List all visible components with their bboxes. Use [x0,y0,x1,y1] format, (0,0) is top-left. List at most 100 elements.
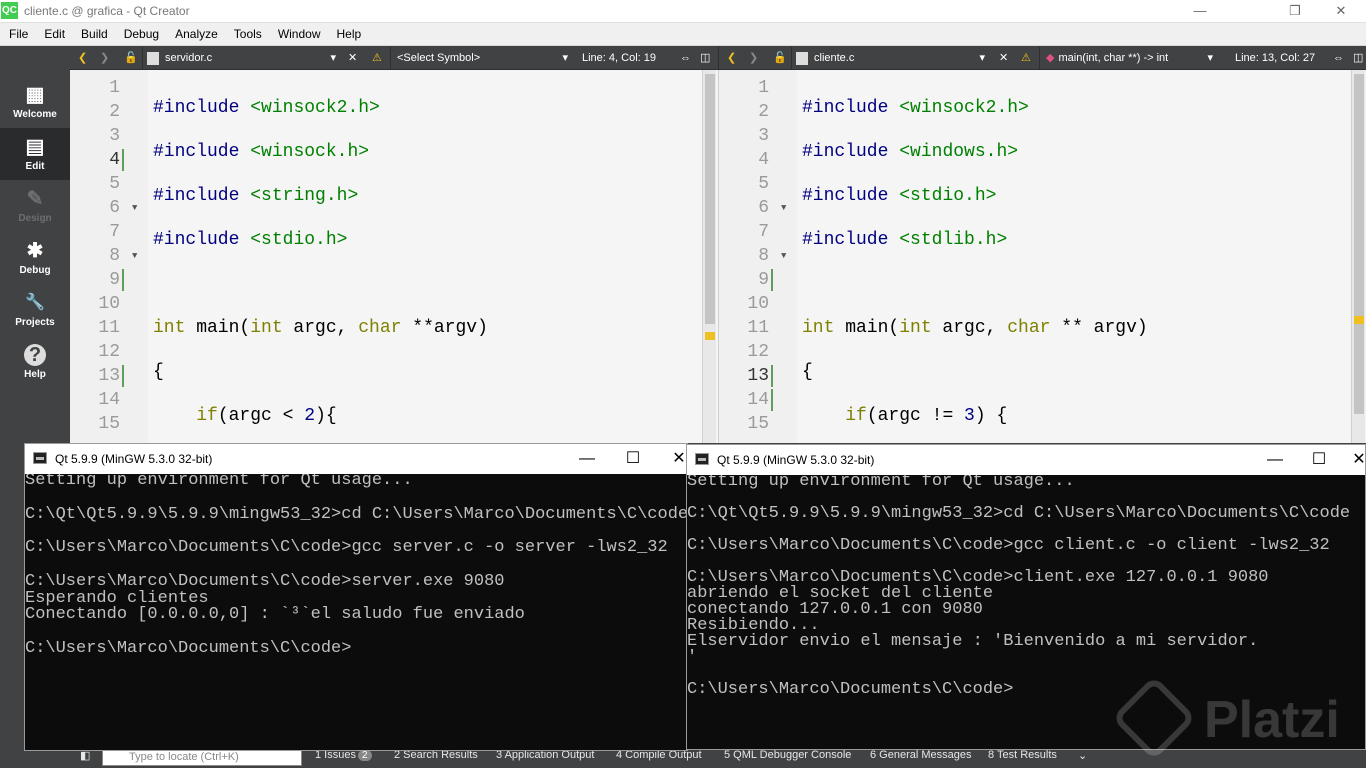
line-number: 10 [98,294,120,314]
mode-design[interactable]: ✎ Design [0,180,70,232]
close-document-icon[interactable]: ✕ [348,46,357,70]
tab-test-results[interactable]: 8 Test Results [988,749,1057,761]
line-number: 12 [98,342,120,362]
document-icon: ▤ [25,136,45,158]
source-code: #include <winsock2.h> #include <windows.… [802,98,1148,426]
maximize-button[interactable]: ❐ [1275,2,1315,20]
pencil-icon: ✎ [26,188,44,210]
line-number: 13 [98,366,120,386]
line-number: 13 [747,366,769,386]
file-selector[interactable]: cliente.c ▾ [791,47,991,69]
fold-marker-icon[interactable]: ▼ [781,203,786,213]
mode-label: Projects [15,317,55,328]
menu-edit[interactable]: Edit [35,23,72,46]
scrollbar-thumb[interactable] [1354,74,1364,414]
console-maximize-button[interactable]: ☐ [619,448,647,470]
menu-help[interactable]: Help [328,23,369,46]
line-number: 11 [747,318,769,338]
mode-debug[interactable]: ✱ Debug [0,232,70,284]
console-line: C:\Qt\Qt5.9.9\5.9.9\mingw53_32>cd C:\Use… [687,504,1351,523]
fold-marker-icon[interactable]: ▼ [132,251,137,261]
file-icon [796,51,808,65]
forward-arrow-icon[interactable]: ❯ [749,46,758,70]
forward-arrow-icon[interactable]: ❯ [100,46,109,70]
line-number: 15 [747,414,769,434]
split-icon[interactable]: ⇔ [680,46,691,70]
source-code: #include <winsock2.h> #include <winsock.… [153,98,488,426]
menu-window[interactable]: Window [269,23,328,46]
console-title: Qt 5.9.9 (MinGW 5.3.0 32-bit) [55,452,213,466]
line-number: 3 [109,126,120,146]
console-minimize-button[interactable]: — [573,448,601,470]
line-number: 1 [109,78,120,98]
menu-build[interactable]: Build [72,23,115,46]
console-maximize-button[interactable]: ☐ [1305,449,1333,471]
menu-debug[interactable]: Debug [115,23,166,46]
changed-line-marker [771,389,773,411]
issues-count-badge: 2 [357,750,372,761]
mode-projects[interactable]: 🔧 Projects [0,284,70,336]
vertical-scrollbar[interactable] [702,70,716,443]
menu-bar: File Edit Build Debug Analyze Tools Window Help [0,23,1366,46]
grid-icon: ▦ [25,84,45,106]
minimize-button[interactable]: — [1180,2,1220,20]
right-code-editor[interactable]: 1 2 3 4 5 6 7 8 9 10 11 12 13 14 15 ▼ ▼ … [718,70,1366,443]
fold-marker-icon[interactable]: ▼ [781,251,786,261]
file-selector[interactable]: servidor.c ▾ [142,47,342,69]
console-line: Setting up environment for Qt usage... [25,474,413,490]
mode-edit[interactable]: ▤ Edit [0,128,70,180]
console-output[interactable]: Setting up environment for Qt usage... C:… [25,474,687,750]
mode-welcome[interactable]: ▦ Welcome [0,76,70,128]
close-split-icon[interactable]: ◫ [1353,46,1363,70]
cursor-position[interactable]: Line: 13, Col: 27 [1235,46,1315,70]
menu-file[interactable]: File [0,23,35,46]
console-title: Qt 5.9.9 (MinGW 5.3.0 32-bit) [717,453,875,467]
window-title: cliente.c @ grafica - Qt Creator [24,4,190,18]
close-document-icon[interactable]: ✕ [999,46,1008,70]
menu-tools[interactable]: Tools [225,23,269,46]
console-close-button[interactable]: ✕ [1351,449,1366,471]
line-number: 14 [747,390,769,410]
dropdown-icon: ▾ [979,52,985,64]
symbol-name: main(int, char **) -> int [1058,52,1169,64]
console-line: C:\Qt\Qt5.9.9\5.9.9\mingw53_32>cd C:\Use… [25,504,687,524]
warning-icon: ⚠ [372,52,382,64]
back-arrow-icon[interactable]: ❮ [727,46,736,70]
close-button[interactable]: ✕ [1321,2,1361,20]
console-minimize-button[interactable]: — [1261,449,1289,471]
changed-line-marker [771,269,773,291]
line-number: 4 [758,150,769,170]
dropdown-icon: ▾ [330,52,336,64]
menu-analyze[interactable]: Analyze [166,23,225,46]
dropdown-icon: ▾ [562,52,568,64]
left-editor-toolbar: ❮ ❯ 🔓 servidor.c ▾ ✕ ⚠ <Select Symbol> ▾… [70,46,718,70]
symbol-selector[interactable]: <Select Symbol> ▾ [390,47,574,69]
line-number: 5 [109,174,120,194]
symbol-selector[interactable]: ◆ main(int, char **) -> int ▾ [1039,47,1219,69]
bug-icon: ✱ [26,240,44,262]
console-line: ' [687,648,698,667]
scrollbar-thumb[interactable] [705,74,715,324]
close-split-icon[interactable]: ◫ [700,46,710,70]
split-icon[interactable]: ⇔ [1333,46,1344,70]
back-arrow-icon[interactable]: ❮ [78,46,87,70]
tab-general-messages[interactable]: 6 General Messages [870,749,972,761]
line-number: 5 [758,174,769,194]
mode-label: Debug [19,265,51,276]
cursor-position[interactable]: Line: 4, Col: 19 [582,46,656,70]
server-console-window[interactable]: Qt 5.9.9 (MinGW 5.3.0 32-bit) — ☐ ✕ Sett… [24,443,688,751]
dropdown-icon: ▾ [1207,52,1213,64]
vertical-scrollbar[interactable] [1351,70,1365,443]
left-code-editor[interactable]: 1 2 3 4 5 6 7 8 9 10 11 12 13 14 15 ▼ ▼ … [70,70,718,443]
mode-help[interactable]: ? Help [0,336,70,388]
line-number: 8 [109,246,120,266]
console-icon [695,453,709,465]
fold-marker-icon[interactable]: ▼ [132,203,137,213]
file-icon [147,51,159,65]
more-tabs-icon[interactable]: ⌄ [1078,749,1087,762]
line-number: 4 [109,150,120,170]
tab-qml-debugger-console[interactable]: 5 QML Debugger Console [724,749,851,761]
wrench-icon: 🔧 [25,294,45,311]
changed-line-marker [771,365,773,387]
file-name: cliente.c [814,52,855,64]
